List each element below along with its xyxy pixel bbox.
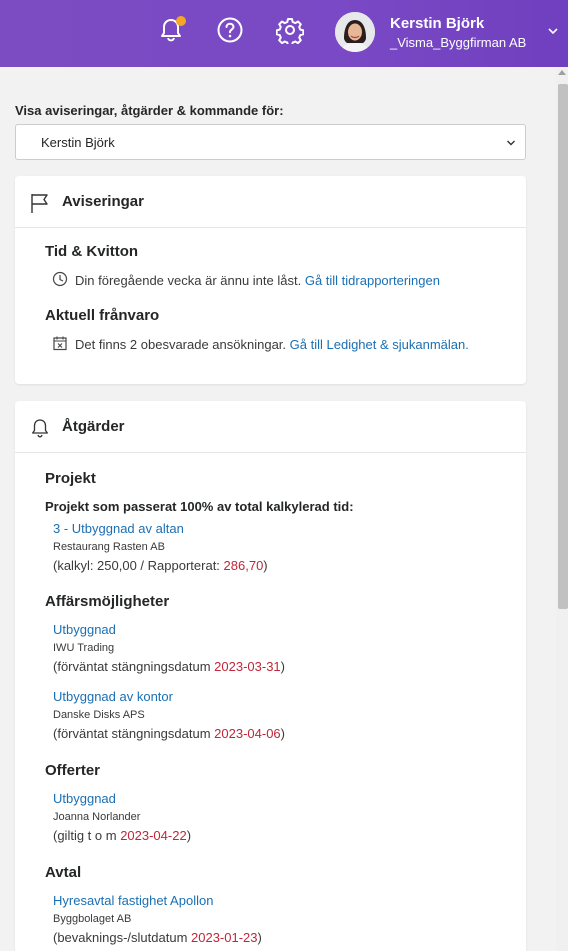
time-notice-text: Din föregående vecka är ännu inte låst. (75, 273, 302, 288)
top-bar: Kerstin Björk _Visma_Byggfirman AB (0, 0, 568, 67)
absence-notice-text: Det finns 2 obesvarade ansökningar. (75, 337, 287, 352)
quote-detail-suffix: ) (186, 828, 192, 843)
contract-link[interactable]: Hyresavtal fastighet Apollon (53, 893, 213, 908)
flag-icon (31, 194, 48, 213)
actions-card-header: Åtgärder (15, 401, 526, 453)
scrollbar-thumb[interactable] (558, 84, 568, 609)
opportunity-detail-prefix: (förväntat stängningsdatum (53, 659, 215, 674)
time-report-link[interactable]: Gå till tidrapporteringen (305, 273, 440, 288)
avatar[interactable] (335, 12, 375, 52)
chevron-down-icon (507, 140, 515, 146)
notifications-card-header: Aviseringar (15, 176, 526, 228)
contract-detail-prefix: (bevaknings-/slutdatum (53, 930, 192, 945)
quote-link[interactable]: Utbyggnad (53, 791, 116, 806)
opportunity-date: 2023-03-31 (214, 659, 281, 674)
projects-subheading: Projekt som passerat 100% av total kalky… (45, 499, 354, 514)
notifications-title: Aviseringar (62, 193, 144, 210)
project-detail-prefix: (kalkyl: 250,00 / Rapporterat: (53, 558, 224, 573)
user-photo (335, 12, 375, 52)
user-name[interactable]: Kerstin Björk (390, 15, 484, 32)
time-notice: Din föregående vecka är ännu inte låst. … (75, 273, 440, 288)
calendar-icon (53, 336, 67, 351)
opportunity-detail-prefix: (förväntat stängningsdatum (53, 726, 215, 741)
opportunity-customer: Danske Disks APS (53, 709, 145, 721)
opportunities-heading: Affärsmöjligheter (45, 593, 170, 610)
notification-badge (176, 16, 186, 26)
project-customer: Restaurang Rasten AB (53, 541, 165, 553)
absence-notice: Det finns 2 obesvarade ansökningar. Gå t… (75, 337, 469, 352)
contract-customer: Byggbolaget AB (53, 913, 132, 925)
bell-icon (32, 419, 48, 438)
opportunity-detail: (förväntat stängningsdatum 2023-04-06) (53, 726, 285, 741)
contracts-heading: Avtal (45, 864, 82, 881)
actions-title: Åtgärder (62, 418, 125, 435)
quote-detail-prefix: (giltig t o m (53, 828, 121, 843)
clock-icon (52, 271, 68, 287)
opportunity-detail: (förväntat stängningsdatum 2023-03-31) (53, 659, 285, 674)
time-heading: Tid & Kvitton (45, 243, 139, 260)
absence-heading: Aktuell frånvaro (45, 307, 160, 324)
notifications-card: Aviseringar Tid & Kvitton Din föregående… (15, 176, 526, 384)
project-reported-value: 286,70 (223, 558, 264, 573)
user-select-value: Kerstin Björk (41, 135, 115, 150)
opportunity-link[interactable]: Utbyggnad av kontor (53, 689, 173, 704)
quotes-heading: Offerter (45, 762, 101, 779)
user-select[interactable]: Kerstin Björk (15, 124, 526, 160)
project-link[interactable]: 3 - Utbyggnad av altan (53, 521, 184, 536)
opportunity-detail-suffix: ) (280, 726, 285, 741)
quote-detail: (giltig t o m 2023-04-22) (53, 828, 191, 843)
contract-detail: (bevaknings-/slutdatum 2023-01-23) (53, 930, 262, 945)
actions-card: Åtgärder Projekt Projekt som passerat 10… (15, 401, 526, 951)
project-detail: (kalkyl: 250,00 / Rapporterat: 286,70) (53, 558, 268, 573)
user-company[interactable]: _Visma_Byggfirman AB (390, 35, 526, 50)
opportunity-detail-suffix: ) (280, 659, 285, 674)
gear-icon[interactable] (276, 16, 304, 44)
projects-heading: Projekt (45, 470, 96, 487)
quote-date: 2023-04-22 (120, 828, 187, 843)
opportunity-link[interactable]: Utbyggnad (53, 622, 116, 637)
project-detail-suffix: ) (263, 558, 268, 573)
absence-link[interactable]: Gå till Ledighet & sjukanmälan. (290, 337, 469, 352)
chevron-down-icon[interactable] (547, 25, 559, 37)
quote-customer: Joanna Norlander (53, 811, 141, 823)
help-circle-icon[interactable] (216, 16, 244, 44)
contract-detail-suffix: ) (257, 930, 262, 945)
opportunity-customer: IWU Trading (53, 642, 115, 654)
opportunity-date: 2023-04-06 (214, 726, 281, 741)
scroll-up-arrow-icon[interactable] (558, 70, 566, 75)
contract-date: 2023-01-23 (191, 930, 258, 945)
filter-label: Visa aviseringar, åtgärder & kommande fö… (15, 103, 284, 118)
